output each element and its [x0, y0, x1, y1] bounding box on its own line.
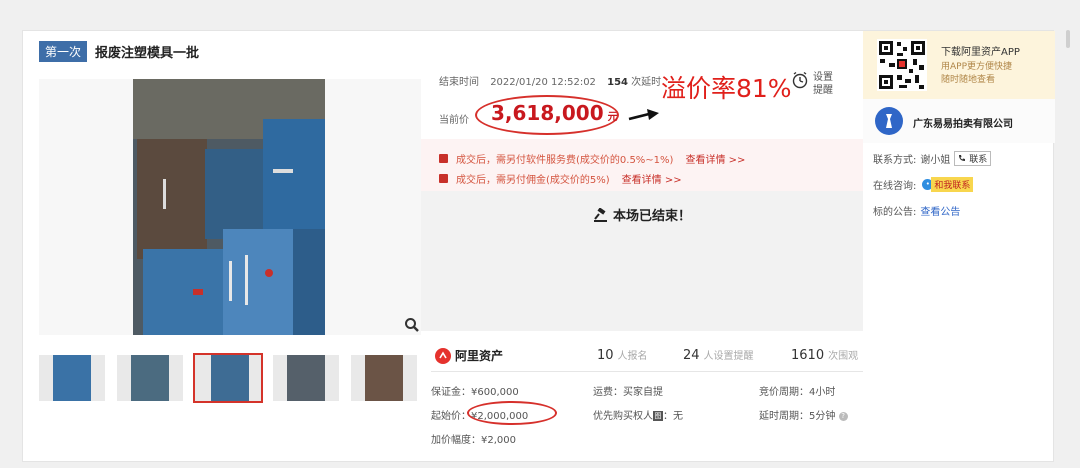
current-price-value: 3,618,000: [491, 101, 604, 125]
platform-brand: 阿里资产: [435, 347, 503, 364]
auction-ended: 本场已结束！: [593, 205, 691, 224]
priority-buyer-label: 优先购买权人: [593, 411, 653, 422]
auction-page: 第一次 报废注塑模具一批 结束时间 2022/01/20 12:52:02 15…: [22, 30, 1055, 463]
chat-button-label: 和我联系: [931, 177, 974, 192]
consult-label: 在线咨询:: [873, 181, 917, 192]
auction-info: 结束时间 2022/01/20 12:52:02 154 次延时 溢价率81% …: [421, 31, 863, 463]
current-price-label: 当前价: [439, 115, 469, 126]
notice-fee-link[interactable]: 查看详情 >>: [685, 151, 745, 166]
app-subtitle-line1: 用APP更方便快捷: [941, 62, 1013, 72]
priority-buyer: 优先购买权人图：无: [593, 407, 683, 422]
app-subtitle-line2: 随时随地查看: [941, 75, 996, 85]
main-photo[interactable]: [39, 79, 421, 335]
delay-cycle-text: 延时周期：5分钟: [759, 411, 836, 422]
priority-buyer-value: ：无: [663, 411, 683, 422]
photo-content: [133, 79, 325, 335]
announcement-label: 标的公告:: [873, 207, 917, 218]
signups-label: 人报名: [617, 351, 648, 362]
stat-signups: 10 人报名: [597, 347, 648, 363]
thumbnail-3[interactable]: [193, 353, 263, 403]
price-unit: 元: [607, 112, 618, 123]
arrow-right-icon: [628, 109, 659, 121]
increment: 加价幅度：¥2,000: [431, 435, 516, 446]
stat-views: 1610 次围观: [791, 347, 858, 363]
thumbnail-5[interactable]: [351, 355, 417, 401]
alarm-clock-icon: [792, 71, 808, 89]
auction-ended-text: 本场已结束！: [613, 209, 692, 224]
ali-assets-logo-icon: [435, 347, 451, 364]
views-count: 1610: [791, 348, 825, 363]
auction-ended-panel: 本场已结束！: [421, 191, 863, 331]
chat-button[interactable]: • 和我联系: [922, 177, 974, 192]
contact-label: 联系方式:: [873, 155, 917, 166]
delay-count: 154: [607, 77, 628, 88]
scrollbar-thumb[interactable]: [1066, 30, 1070, 48]
round-tag: 第一次: [39, 41, 88, 62]
divider: [431, 371, 863, 372]
qr-code-icon: [877, 39, 927, 91]
phone-icon: [959, 155, 966, 161]
lot-title: 报废注塑模具一批: [95, 46, 200, 61]
consult-row: 在线咨询: • 和我联系: [873, 177, 974, 192]
priority-info-icon[interactable]: 图: [653, 411, 663, 421]
announcement-row: 标的公告: 查看公告: [873, 203, 960, 218]
thumbnail-strip: [39, 353, 421, 403]
title-row: 第一次 报废注塑模具一批: [39, 41, 199, 62]
end-time-line: 结束时间 2022/01/20 12:52:02 154 次延时: [439, 73, 661, 88]
contact-row: 联系方式: 谢小姐 联系: [873, 151, 992, 166]
company-logo-icon: [875, 107, 903, 135]
reminders-label: 人设置提醒: [703, 351, 754, 362]
app-subtitle: 用APP更方便快捷 随时随地查看: [941, 61, 1012, 87]
app-download-banner[interactable]: 下载阿里资产APP 用APP更方便快捷 随时随地查看: [863, 31, 1055, 99]
views-label: 次围观: [828, 351, 859, 362]
shipping: 运费：买家自提: [593, 387, 663, 398]
start-price-highlight-circle: [467, 401, 557, 425]
markup-annotation: 溢价率81%: [661, 74, 792, 103]
app-title: 下载阿里资产APP: [941, 47, 1020, 58]
set-reminder[interactable]: 设置提醒: [791, 71, 837, 97]
stat-reminders: 24 人设置提醒: [683, 347, 754, 363]
delay-cycle: 延时周期：5分钟 ?: [759, 407, 848, 422]
seller-sidebar: 下载阿里资产APP 用APP更方便快捷 随时随地查看 广东易易拍卖有限公司 联系…: [863, 31, 1055, 463]
bid-cycle: 竞价周期：4小时: [759, 387, 836, 398]
notice-commission-link[interactable]: 查看详情 >>: [622, 171, 682, 186]
contact-name: 谢小姐: [920, 155, 951, 166]
signups-count: 10: [597, 348, 614, 363]
company-name[interactable]: 广东易易拍卖有限公司: [913, 115, 1013, 130]
current-price: 3,618,000 元: [491, 101, 618, 125]
thumbnail-2[interactable]: [117, 355, 183, 401]
announcement-link[interactable]: 查看公告: [920, 203, 960, 218]
zoom-icon[interactable]: [404, 317, 420, 333]
thumbnail-4[interactable]: [273, 355, 339, 401]
notice-fee: 成交后，需另付软件服务费(成交价的0.5%~1%) 查看详情 >>: [439, 151, 745, 166]
company-box: 广东易易拍卖有限公司: [863, 99, 1055, 143]
end-time-label: 结束时间: [439, 77, 479, 88]
delay-label: 次延时: [631, 77, 662, 88]
notice-commission: 成交后，需另付佣金(成交价的5%) 查看详情 >>: [439, 171, 682, 186]
set-reminder-label: 设置提醒: [813, 72, 833, 96]
notice-box: 成交后，需另付软件服务费(成交价的0.5%~1%) 查看详情 >> 成交后，需另…: [421, 139, 863, 191]
thumbnail-1[interactable]: [39, 355, 105, 401]
notice-commission-text: 成交后，需另付佣金(成交价的5%): [456, 175, 610, 186]
notice-fee-text: 成交后，需另付软件服务费(成交价的0.5%~1%): [456, 155, 674, 166]
end-time-value: 2022/01/20 12:52:02: [490, 77, 596, 88]
bag-icon: [439, 154, 448, 163]
reminders-count: 24: [683, 348, 700, 363]
platform-name: 阿里资产: [455, 349, 504, 363]
contact-button-label: 联系: [969, 155, 988, 165]
gavel-icon: [594, 207, 607, 222]
contact-button[interactable]: 联系: [954, 151, 992, 166]
start-price-label: 起始价：: [431, 411, 471, 422]
deposit: 保证金：¥600,000: [431, 387, 519, 398]
bag-icon: [439, 174, 448, 183]
question-icon[interactable]: ?: [838, 411, 848, 421]
